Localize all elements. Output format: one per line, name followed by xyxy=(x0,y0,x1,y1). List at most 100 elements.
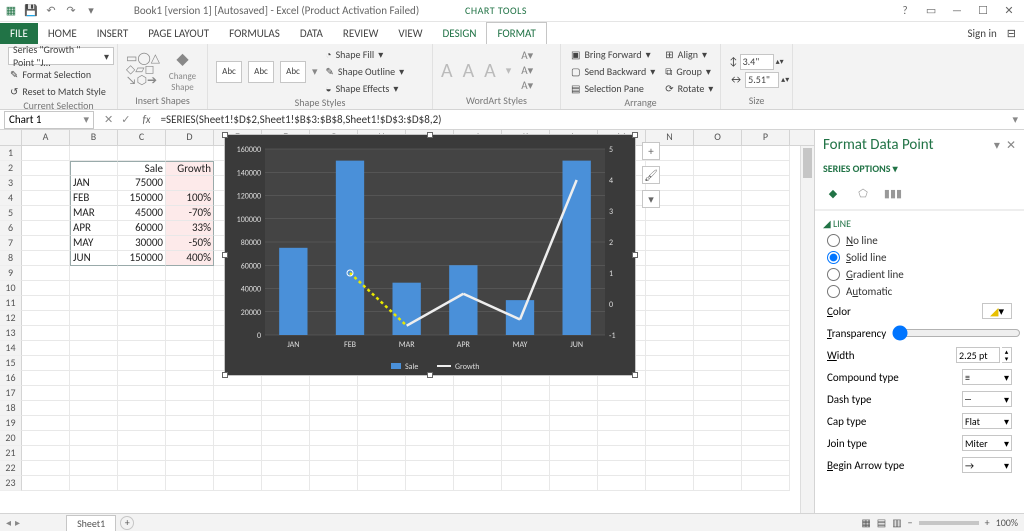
row-header[interactable]: 4 xyxy=(0,191,22,206)
cell[interactable] xyxy=(646,296,694,311)
cell[interactable] xyxy=(118,281,166,296)
cell[interactable] xyxy=(166,476,214,491)
row-header[interactable]: 19 xyxy=(0,416,22,431)
cell[interactable] xyxy=(742,326,790,341)
cell[interactable] xyxy=(646,476,694,491)
align-button[interactable]: ⊞ Align ▾ xyxy=(663,47,715,62)
automatic-radio[interactable]: Automatic xyxy=(823,283,1016,300)
cell[interactable] xyxy=(502,446,550,461)
cell[interactable] xyxy=(358,431,406,446)
ribbon-pin-icon[interactable]: ⊟ xyxy=(1007,27,1016,40)
minimize-icon[interactable]: — xyxy=(948,4,966,17)
cell[interactable] xyxy=(502,431,550,446)
cell[interactable] xyxy=(310,446,358,461)
cell[interactable] xyxy=(694,401,742,416)
signin-link[interactable]: Sign in xyxy=(967,27,996,40)
row-header[interactable]: 10 xyxy=(0,281,22,296)
cell[interactable] xyxy=(70,356,118,371)
cell[interactable] xyxy=(694,206,742,221)
cell[interactable] xyxy=(454,416,502,431)
cell[interactable]: Growth xyxy=(166,161,214,176)
shape-effects-button[interactable]: ◒ Shape Effects ▾ xyxy=(324,81,407,96)
cell[interactable] xyxy=(166,461,214,476)
cell[interactable] xyxy=(694,251,742,266)
cell[interactable] xyxy=(646,326,694,341)
cell[interactable] xyxy=(550,416,598,431)
cell[interactable] xyxy=(310,386,358,401)
color-picker[interactable]: ◢ ▾ xyxy=(982,303,1012,319)
cell[interactable] xyxy=(262,446,310,461)
cell[interactable] xyxy=(598,401,646,416)
cell[interactable] xyxy=(694,341,742,356)
cell[interactable] xyxy=(214,476,262,491)
cell[interactable] xyxy=(22,326,70,341)
cell[interactable]: -50% xyxy=(166,236,214,251)
tab-insert[interactable]: INSERT xyxy=(87,23,139,44)
cell[interactable] xyxy=(646,371,694,386)
row-header[interactable]: 1 xyxy=(0,146,22,161)
cell[interactable] xyxy=(22,371,70,386)
cell[interactable] xyxy=(406,431,454,446)
view-normal-icon[interactable]: ▦ xyxy=(861,516,870,529)
cell[interactable] xyxy=(22,296,70,311)
row-header[interactable]: 11 xyxy=(0,296,22,311)
worksheet[interactable]: ABCDEFGHIJKLMNOP12SaleGrowth3JAN750004FE… xyxy=(0,130,814,513)
cell[interactable] xyxy=(118,386,166,401)
ribbon-collapse-icon[interactable]: ▭ xyxy=(922,4,940,17)
cell[interactable] xyxy=(22,161,70,176)
cell[interactable]: -70% xyxy=(166,206,214,221)
cell[interactable] xyxy=(166,326,214,341)
cell[interactable] xyxy=(502,476,550,491)
row-header[interactable]: 6 xyxy=(0,221,22,236)
tab-home[interactable]: HOME xyxy=(38,23,87,44)
col-header[interactable]: D xyxy=(166,130,214,145)
row-header[interactable]: 18 xyxy=(0,401,22,416)
cell[interactable] xyxy=(550,476,598,491)
cell[interactable] xyxy=(742,386,790,401)
cell[interactable] xyxy=(406,416,454,431)
cell[interactable] xyxy=(70,401,118,416)
cell[interactable] xyxy=(646,311,694,326)
col-header[interactable]: B xyxy=(70,130,118,145)
formula-input[interactable]: =SERIES(Sheet1!$D$2,Sheet1!$B$3:$B$8,She… xyxy=(157,113,1007,126)
cell[interactable]: 150000 xyxy=(118,191,166,206)
cell[interactable] xyxy=(70,266,118,281)
cell[interactable] xyxy=(742,161,790,176)
cell[interactable] xyxy=(646,446,694,461)
tab-file[interactable]: FILE xyxy=(0,23,38,44)
fx-label[interactable]: fx xyxy=(136,113,156,126)
cell[interactable] xyxy=(454,446,502,461)
cell[interactable] xyxy=(166,176,214,191)
cell[interactable] xyxy=(70,326,118,341)
enter-formula-icon[interactable]: ✓ xyxy=(121,113,130,126)
cell[interactable] xyxy=(694,161,742,176)
col-header[interactable]: P xyxy=(742,130,790,145)
chart-object[interactable]: 0200004000060000800001000001200001400001… xyxy=(224,134,636,376)
shape-outline-button[interactable]: ✎ Shape Outline ▾ xyxy=(324,64,407,79)
cell[interactable] xyxy=(598,416,646,431)
cell[interactable] xyxy=(694,326,742,341)
compound-type-combo[interactable]: ≡▾ xyxy=(962,369,1012,385)
cell[interactable]: 100% xyxy=(166,191,214,206)
cell[interactable] xyxy=(694,266,742,281)
redo-icon[interactable]: ↷ xyxy=(64,4,78,18)
tab-view[interactable]: VIEW xyxy=(388,23,432,44)
cell[interactable] xyxy=(70,341,118,356)
cell[interactable] xyxy=(22,191,70,206)
cell[interactable] xyxy=(694,311,742,326)
chart-styles-button[interactable]: 🖌 xyxy=(642,166,660,184)
add-sheet-button[interactable]: + xyxy=(120,516,134,530)
cell[interactable] xyxy=(70,431,118,446)
cell[interactable] xyxy=(598,431,646,446)
cell[interactable] xyxy=(262,401,310,416)
cell[interactable] xyxy=(358,416,406,431)
chart-elements-button[interactable]: + xyxy=(642,142,660,160)
cell[interactable] xyxy=(406,386,454,401)
row-header[interactable]: 8 xyxy=(0,251,22,266)
cell[interactable] xyxy=(550,461,598,476)
cell[interactable] xyxy=(742,176,790,191)
cell[interactable] xyxy=(22,386,70,401)
effects-tab-icon[interactable]: ⬠ xyxy=(853,183,873,203)
cell[interactable] xyxy=(310,416,358,431)
qat-dropdown-icon[interactable]: ▾ xyxy=(84,4,98,18)
